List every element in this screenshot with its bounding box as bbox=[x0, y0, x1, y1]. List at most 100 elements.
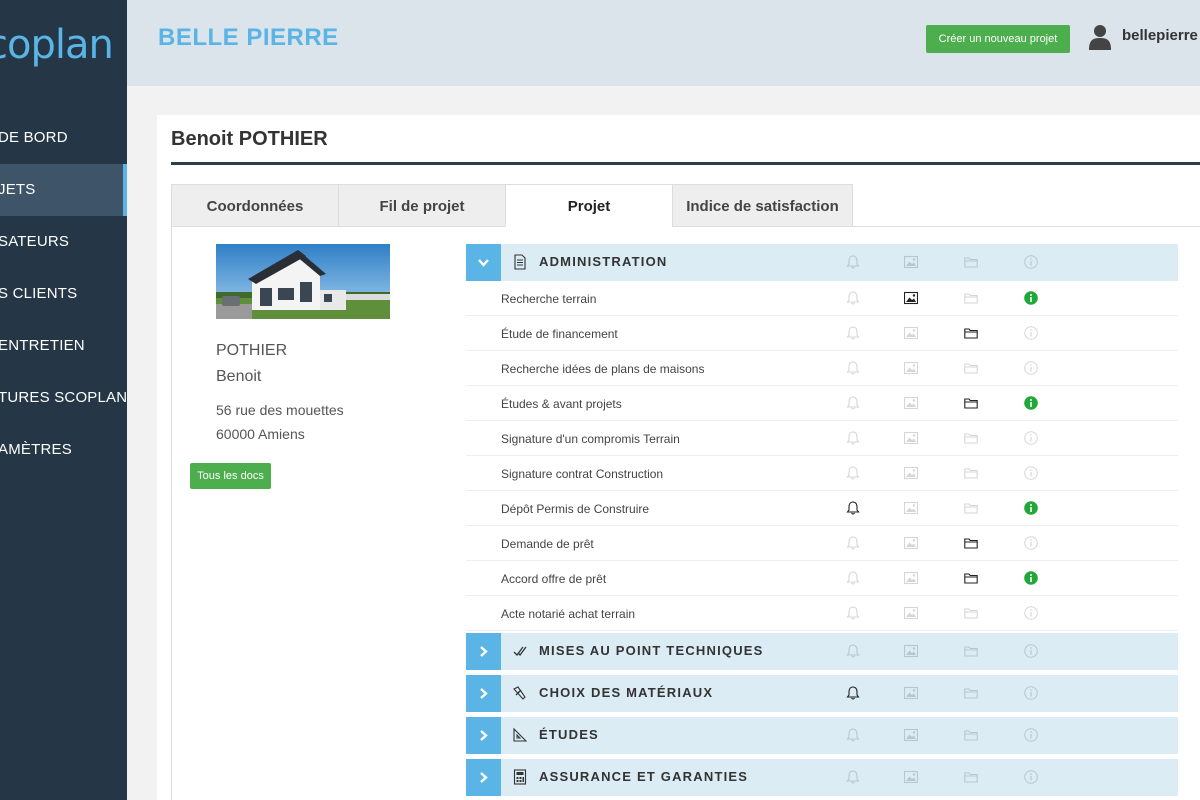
folder-icon[interactable] bbox=[964, 326, 978, 340]
step-label: Demande de prêt bbox=[501, 537, 594, 551]
step-label: Signature d'un compromis Terrain bbox=[501, 432, 680, 446]
folder-icon bbox=[964, 688, 978, 699]
company-name: BELLE PIERRE bbox=[158, 24, 339, 51]
section-title: ÉTUDES bbox=[539, 727, 599, 742]
image-icon bbox=[904, 326, 918, 340]
step-row[interactable]: Recherche terrain bbox=[466, 281, 1178, 316]
info-icon bbox=[1024, 255, 1038, 269]
folder-icon bbox=[964, 293, 978, 304]
bell-icon bbox=[846, 728, 860, 742]
image-icon bbox=[904, 770, 918, 784]
image-icon bbox=[904, 396, 918, 410]
step-label: Accord offre de prêt bbox=[501, 572, 607, 586]
bell-icon bbox=[846, 644, 860, 658]
sidebar-item-dashboard[interactable]: DE BORD bbox=[0, 112, 127, 164]
app-logo[interactable]: coplan bbox=[0, 22, 114, 68]
sidebar-item-label: JETS bbox=[0, 181, 36, 198]
folder-icon bbox=[964, 608, 978, 619]
folder-icon[interactable] bbox=[964, 396, 978, 410]
info-icon bbox=[1024, 466, 1038, 480]
folder-icon bbox=[964, 503, 978, 514]
image-icon bbox=[904, 361, 918, 375]
new-project-button[interactable]: Créer un nouveau projet bbox=[926, 25, 1070, 53]
section-header[interactable]: CHOIX DES MATÉRIAUX bbox=[466, 675, 1178, 712]
bell-icon bbox=[846, 536, 860, 550]
client-address-street: 56 rue des mouettes bbox=[216, 402, 344, 418]
section-header[interactable]: ASSURANCE ET GARANTIES bbox=[466, 759, 1178, 796]
step-label: Dépôt Permis de Construire bbox=[501, 502, 650, 516]
sidebar-item-clients[interactable]: S CLIENTS bbox=[0, 268, 127, 320]
info-icon[interactable] bbox=[1024, 571, 1038, 585]
checkmark-icon bbox=[513, 646, 527, 656]
sidebar-item-label: ENTRETIEN bbox=[0, 337, 85, 354]
step-row[interactable]: Signature d'un compromis Terrain bbox=[466, 421, 1178, 456]
section-header[interactable]: ÉTUDES bbox=[466, 717, 1178, 754]
bell-icon bbox=[846, 770, 860, 784]
sidebar-item-label: SATEURS bbox=[0, 233, 70, 250]
section-toggle[interactable] bbox=[466, 759, 501, 796]
info-icon[interactable] bbox=[1024, 396, 1038, 410]
info-icon bbox=[1024, 728, 1038, 742]
step-label: Recherche terrain bbox=[501, 292, 597, 306]
section-header[interactable]: MISES AU POINT TECHNIQUES bbox=[466, 633, 1178, 670]
info-icon[interactable] bbox=[1024, 291, 1038, 305]
tab-indice-satisfaction[interactable]: Indice de satisfaction bbox=[672, 184, 853, 227]
username[interactable]: bellepierre . bbox=[1122, 27, 1200, 44]
folder-icon bbox=[964, 433, 978, 444]
chevron-right-icon bbox=[480, 688, 488, 699]
user-icon[interactable] bbox=[1089, 24, 1111, 50]
tab-coordonnees[interactable]: Coordonnées bbox=[171, 184, 339, 227]
step-row[interactable]: Accord offre de prêt bbox=[466, 561, 1178, 596]
image-icon bbox=[904, 606, 918, 620]
step-row[interactable]: Demande de prêt bbox=[466, 526, 1178, 561]
step-row[interactable]: Recherche idées de plans de maisons bbox=[466, 351, 1178, 386]
step-row[interactable]: Dépôt Permis de Construire bbox=[466, 491, 1178, 526]
step-row[interactable]: Étude de financement bbox=[466, 316, 1178, 351]
bell-icon bbox=[846, 571, 860, 585]
info-icon bbox=[1024, 770, 1038, 784]
folder-icon bbox=[964, 772, 978, 783]
section-toggle[interactable] bbox=[466, 717, 501, 754]
section-toggle[interactable] bbox=[466, 633, 501, 670]
step-row[interactable]: Signature contrat Construction bbox=[466, 456, 1178, 491]
image-icon bbox=[904, 431, 918, 445]
info-icon[interactable] bbox=[1024, 501, 1038, 515]
image-icon[interactable] bbox=[904, 291, 918, 305]
section-title: CHOIX DES MATÉRIAUX bbox=[539, 685, 714, 700]
all-docs-button[interactable]: Tous les docs bbox=[190, 463, 271, 489]
info-icon bbox=[1024, 606, 1038, 620]
folder-icon[interactable] bbox=[964, 571, 978, 585]
sidebar-nav: DE BORD JETS SATEURS S CLIENTS ENTRETIEN… bbox=[0, 112, 127, 476]
sidebar-item-projects[interactable]: JETS bbox=[0, 164, 127, 216]
sidebar-item-settings[interactable]: AMÈTRES bbox=[0, 424, 127, 476]
section-toggle[interactable] bbox=[466, 675, 501, 712]
tab-fil-de-projet[interactable]: Fil de projet bbox=[338, 184, 506, 227]
folder-icon bbox=[964, 730, 978, 741]
client-first-name: Benoit bbox=[216, 368, 262, 385]
section-header[interactable]: ADMINISTRATION bbox=[466, 244, 1178, 281]
sidebar-item-invoices[interactable]: TURES SCOPLAN bbox=[0, 372, 127, 424]
image-icon bbox=[904, 536, 918, 550]
sidebar-item-maintenance[interactable]: ENTRETIEN bbox=[0, 320, 127, 372]
step-row[interactable]: Acte notarié achat terrain bbox=[466, 596, 1178, 631]
sidebar-item-label: TURES SCOPLAN bbox=[0, 389, 127, 406]
content-card: Benoit POTHIER Coordonnées Fil de projet… bbox=[157, 115, 1200, 800]
step-label: Étude de financement bbox=[501, 327, 618, 341]
section-title: ADMINISTRATION bbox=[539, 254, 668, 269]
bell-icon bbox=[846, 431, 860, 445]
image-icon bbox=[904, 255, 918, 269]
sidebar-item-users[interactable]: SATEURS bbox=[0, 216, 127, 268]
folder-icon bbox=[964, 646, 978, 657]
step-row[interactable]: Études & avant projets bbox=[466, 386, 1178, 421]
project-steps-accordion: ADMINISTRATION Recherche terrain Étude de … bbox=[466, 244, 1178, 800]
bell-icon[interactable] bbox=[846, 686, 860, 700]
calculator-icon bbox=[513, 769, 527, 785]
image-icon bbox=[904, 686, 918, 700]
section-toggle[interactable] bbox=[466, 244, 501, 281]
tab-projet[interactable]: Projet bbox=[505, 184, 673, 227]
info-icon bbox=[1024, 361, 1038, 375]
bell-icon[interactable] bbox=[846, 501, 860, 515]
sidebar-item-label: S CLIENTS bbox=[0, 285, 78, 302]
folder-icon[interactable] bbox=[964, 536, 978, 550]
bell-icon bbox=[846, 361, 860, 375]
